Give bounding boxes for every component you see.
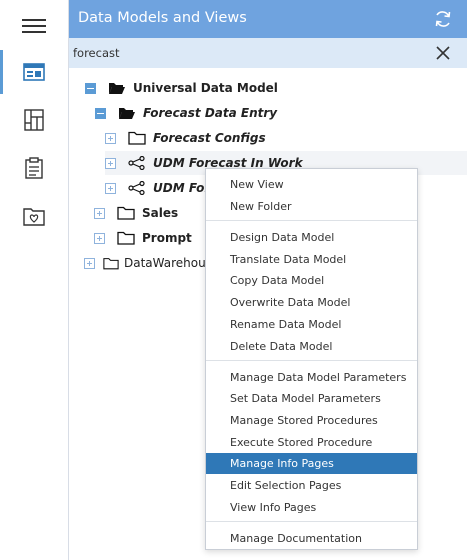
menu-icon[interactable] [0, 4, 68, 48]
collapse-toggle[interactable] [85, 82, 96, 94]
menu-item-new-folder[interactable]: New Folder [206, 196, 417, 217]
expand-toggle[interactable] [94, 207, 105, 219]
menu-divider [206, 360, 417, 361]
panel-header: Data Models and Views [69, 0, 467, 38]
folder-icon [128, 131, 146, 145]
menu-item-manage-data-model-parameters[interactable]: Manage Data Model Parameters [206, 367, 417, 388]
close-icon[interactable] [435, 45, 451, 61]
expand-toggle[interactable] [105, 182, 116, 194]
menu-item-edit-selection-pages[interactable]: Edit Selection Pages [206, 475, 417, 496]
tree-node-label: Universal Data Model [133, 81, 278, 95]
tree-node-label: Prompt [142, 231, 192, 245]
refresh-icon[interactable] [433, 9, 453, 29]
tree-node-label: Forecast Configs [153, 131, 266, 145]
menu-item-rename-data-model[interactable]: Rename Data Model [206, 314, 417, 335]
expand-toggle[interactable] [105, 157, 116, 169]
collapse-toggle[interactable] [95, 107, 106, 119]
context-menu: New View New Folder Design Data Model Tr… [205, 168, 418, 550]
open-folder-icon [109, 83, 125, 94]
tree-node-universal-data-model[interactable]: Universal Data Model [85, 76, 278, 100]
expand-toggle[interactable] [84, 257, 95, 269]
menu-divider [206, 220, 417, 221]
menu-item-manage-documentation[interactable]: Manage Documentation [206, 528, 417, 549]
data-model-icon [128, 181, 145, 195]
menu-divider [206, 521, 417, 522]
dashboards-nav-button[interactable] [0, 98, 68, 142]
tree-node-forecast-configs[interactable]: Forecast Configs [105, 126, 266, 150]
search-bar [69, 38, 467, 68]
favorites-nav-button[interactable] [0, 194, 68, 238]
heart-folder-icon [23, 208, 45, 226]
data-models-icon [23, 63, 45, 81]
expand-toggle[interactable] [94, 232, 105, 244]
menu-item-set-data-model-parameters[interactable]: Set Data Model Parameters [206, 388, 417, 409]
menu-item-manage-info-pages[interactable]: Manage Info Pages [206, 453, 417, 474]
left-rail [0, 0, 69, 560]
menu-item-overwrite-data-model[interactable]: Overwrite Data Model [206, 292, 417, 313]
open-folder-icon [119, 108, 135, 119]
panel-title: Data Models and Views [78, 10, 247, 26]
menu-item-translate-data-model[interactable]: Translate Data Model [206, 249, 417, 270]
folder-icon [103, 257, 119, 269]
menu-item-new-view[interactable]: New View [206, 174, 417, 195]
menu-item-execute-stored-procedure[interactable]: Execute Stored Procedure [206, 432, 417, 453]
folder-icon [117, 206, 135, 220]
tree-node-datawarehouse[interactable]: DataWarehous [84, 251, 212, 275]
clipboard-icon [25, 157, 43, 179]
tree-node-label: DataWarehous [124, 256, 212, 270]
folder-icon [117, 231, 135, 245]
tree-node-prompt[interactable]: Prompt [94, 226, 192, 250]
tree-node-sales[interactable]: Sales [94, 201, 178, 225]
expand-toggle[interactable] [105, 132, 116, 144]
menu-item-copy-data-model[interactable]: Copy Data Model [206, 270, 417, 291]
tree-node-forecast-data-entry[interactable]: Forecast Data Entry [95, 101, 277, 125]
dashboard-icon [24, 109, 44, 131]
menu-item-view-info-pages[interactable]: View Info Pages [206, 497, 417, 518]
menu-item-design-data-model[interactable]: Design Data Model [206, 227, 417, 248]
data-models-nav-button[interactable] [0, 50, 68, 94]
reports-nav-button[interactable] [0, 146, 68, 190]
menu-item-manage-stored-procedures[interactable]: Manage Stored Procedures [206, 410, 417, 431]
tree-node-label: Forecast Data Entry [143, 106, 278, 120]
search-input[interactable] [73, 43, 413, 63]
menu-item-delete-data-model[interactable]: Delete Data Model [206, 336, 417, 357]
tree-node-label: Sales [142, 206, 179, 220]
data-model-icon [128, 156, 145, 170]
